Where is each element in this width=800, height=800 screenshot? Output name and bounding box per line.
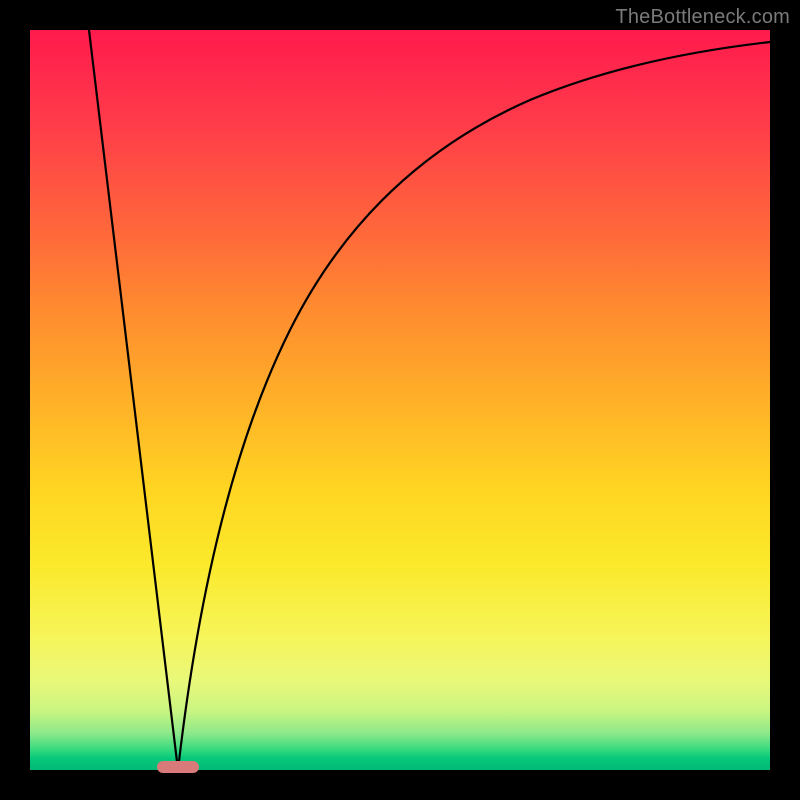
bottleneck-curve: [30, 30, 770, 770]
curve-left-segment: [89, 30, 178, 770]
curve-right-segment: [178, 42, 770, 770]
plot-area: [30, 30, 770, 770]
watermark-text: TheBottleneck.com: [615, 6, 790, 29]
minimum-marker: [157, 761, 199, 773]
chart-frame: TheBottleneck.com: [0, 0, 800, 800]
